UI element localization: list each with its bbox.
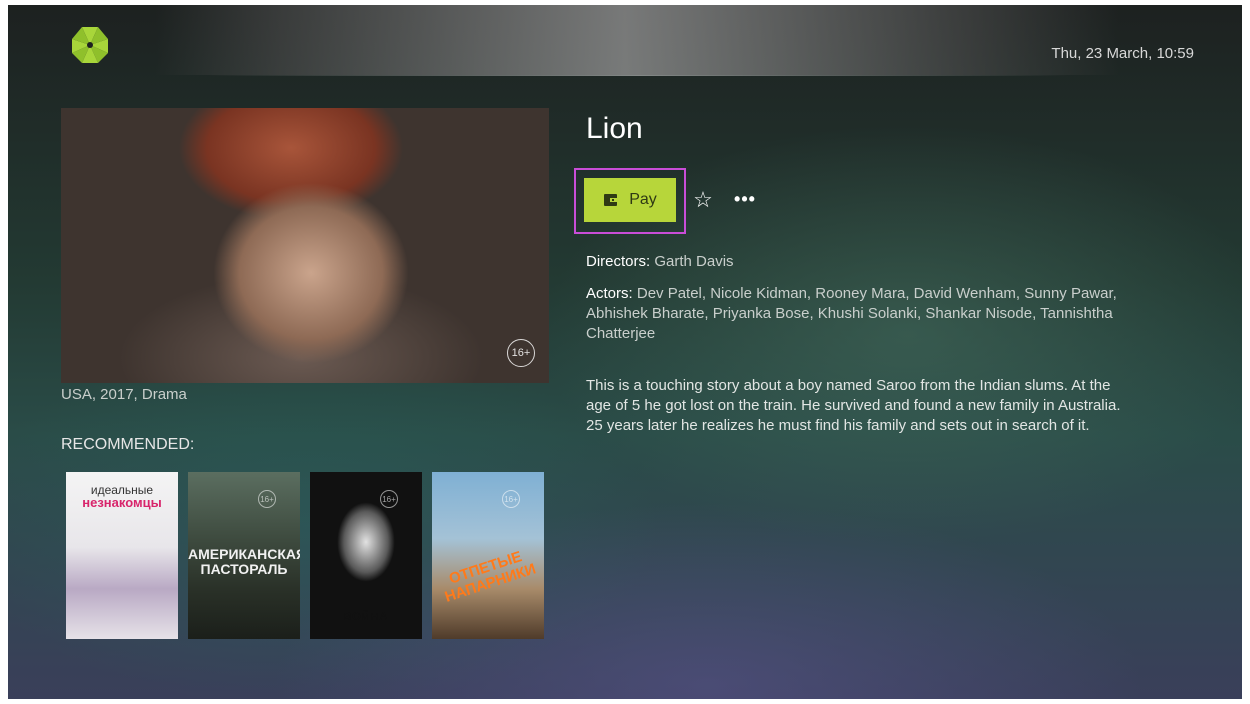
top-bar <box>8 5 1242 75</box>
clock: Thu, 23 March, 10:59 <box>1051 45 1194 62</box>
directors-label: Directors: <box>586 253 651 270</box>
logo-icon <box>72 27 108 63</box>
movie-poster: 16+ <box>61 108 549 383</box>
recommended-item-title: ВОЙНА <box>343 611 389 623</box>
recommended-item[interactable]: 16+ ОТПЕТЫЕ НАПАРНИКИ <box>432 472 544 639</box>
pay-button-label: Pay <box>629 191 657 208</box>
movie-description: This is a touching story about a boy nam… <box>586 377 1121 434</box>
actors-value: Dev Patel, Nicole Kidman, Rooney Mara, D… <box>586 285 1117 342</box>
more-horizontal-icon: ••• <box>734 188 756 209</box>
actors-line: Actors: Dev Patel, Nicole Kidman, Rooney… <box>586 284 1126 344</box>
recommended-item-title: АМЕРИКАНСКАЯ ПАСТОРАЛЬ <box>188 546 300 577</box>
recommended-item[interactable]: 16+ АМЕРИКАНСКАЯ ПАСТОРАЛЬ <box>188 472 300 639</box>
movie-meta: USA, 2017, Drama <box>61 386 187 403</box>
pay-button[interactable]: Pay <box>584 178 676 222</box>
star-outline-icon: ☆ <box>693 187 713 212</box>
age-rating-badge: 16+ <box>380 490 398 508</box>
age-rating-badge: 16+ <box>502 490 520 508</box>
recommended-item-title: ОТПЕТЫЕ НАПАРНИКИ <box>442 548 538 606</box>
directors-line: Directors: Garth Davis <box>586 252 1126 272</box>
favorite-button[interactable]: ☆ <box>690 185 716 215</box>
age-rating-badge: 16+ <box>507 339 535 367</box>
wallet-icon <box>604 194 619 206</box>
recommended-heading: RECOMMENDED: <box>61 436 195 453</box>
actors-label: Actors: <box>586 285 633 302</box>
recommended-item[interactable]: идеальные незнакомцы <box>66 472 178 639</box>
recommended-item[interactable]: 16+ ВОЙНА <box>310 472 422 639</box>
top-divider <box>208 75 1068 76</box>
age-rating-badge: 16+ <box>258 490 276 508</box>
directors-value: Garth Davis <box>654 253 734 270</box>
recommended-item-title: незнакомцы <box>82 495 162 510</box>
movie-title: Lion <box>586 112 643 145</box>
more-options-button[interactable]: ••• <box>730 186 760 212</box>
